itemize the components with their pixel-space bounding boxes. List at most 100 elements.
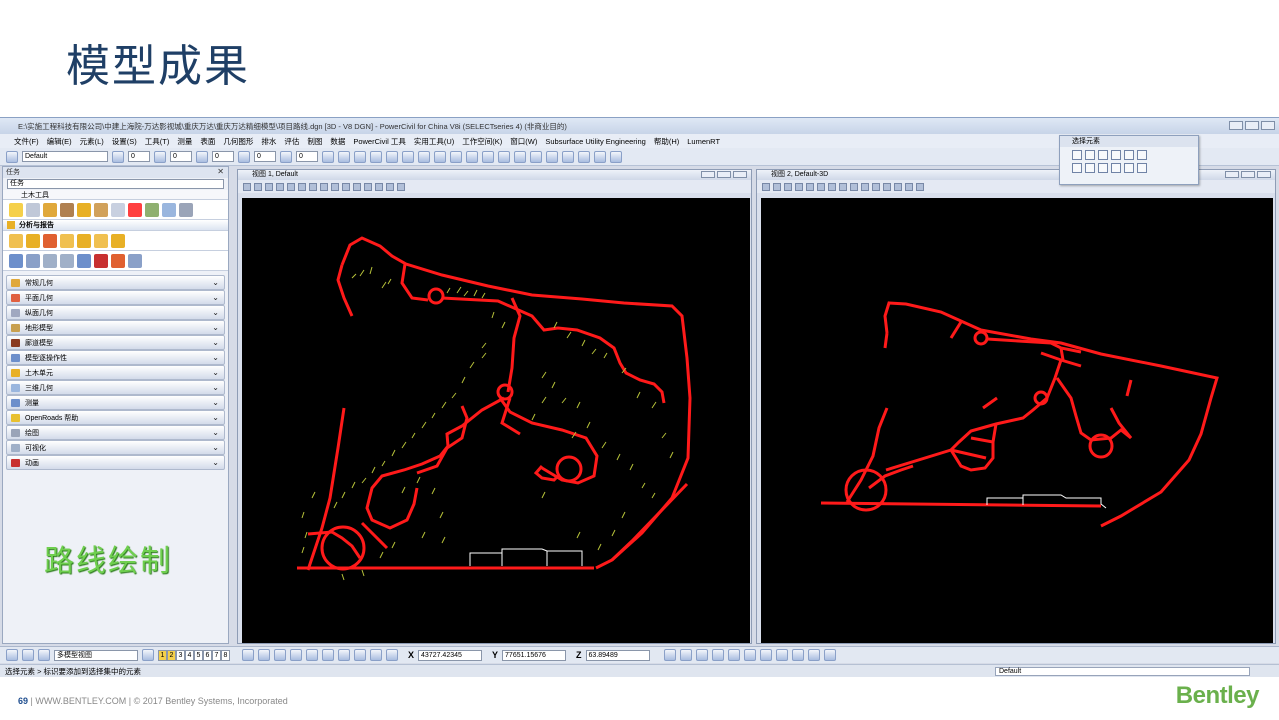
draw-line-icon[interactable] xyxy=(679,649,692,661)
weight-combo[interactable]: 0 xyxy=(212,151,234,162)
model-combo[interactable]: 多模型视图 xyxy=(54,649,138,661)
task-section-item[interactable]: 平面几何 ⌄ xyxy=(6,290,225,305)
view-tool-icon[interactable] xyxy=(861,182,869,191)
menu-item[interactable]: 窗口(W) xyxy=(510,136,537,147)
menu-item[interactable]: 编辑(E) xyxy=(47,136,72,147)
task-sub-title[interactable]: 土木工具 xyxy=(3,190,228,200)
task-section-item[interactable]: 地形模型 ⌄ xyxy=(6,320,225,335)
report-tool-icon[interactable] xyxy=(77,253,91,268)
report-tool-icon[interactable] xyxy=(43,253,57,268)
select-tool-icon[interactable] xyxy=(9,202,23,217)
level-combo[interactable]: Default xyxy=(22,151,108,162)
view-2-canvas[interactable] xyxy=(761,198,1273,643)
select-subtract-icon[interactable] xyxy=(1098,163,1108,173)
measure-icon[interactable] xyxy=(418,150,430,163)
select-circle-icon[interactable] xyxy=(1111,150,1121,160)
priority-icon[interactable] xyxy=(280,150,292,163)
accudraw-icon[interactable] xyxy=(663,649,676,661)
origin-icon[interactable] xyxy=(322,649,334,661)
view-tool-icon[interactable] xyxy=(342,182,350,191)
view-tool-icon[interactable] xyxy=(828,182,836,191)
measure-tool-icon[interactable] xyxy=(77,202,91,217)
snap-mode-icon[interactable] xyxy=(258,649,270,661)
attributes-icon[interactable] xyxy=(322,150,334,163)
menu-item[interactable]: LumenRT xyxy=(687,137,720,146)
draw-circle-icon[interactable] xyxy=(727,649,740,661)
cross-tool-icon[interactable] xyxy=(145,202,159,217)
report-tool-icon[interactable] xyxy=(43,233,57,248)
menu-item[interactable]: 工作空间(K) xyxy=(462,136,502,147)
close-icon[interactable]: ✕ xyxy=(217,167,224,176)
view-minimize-button[interactable] xyxy=(1225,171,1239,178)
report-tool-icon[interactable] xyxy=(26,233,40,248)
report-tool-icon[interactable] xyxy=(60,233,74,248)
select-all-icon[interactable] xyxy=(1124,163,1134,173)
keypoint-icon[interactable] xyxy=(274,649,286,661)
select-clear-icon[interactable] xyxy=(1137,150,1147,160)
menu-item[interactable]: 制图 xyxy=(307,136,322,147)
view-tool-icon[interactable] xyxy=(883,182,891,191)
view-iso-icon[interactable] xyxy=(562,150,574,163)
fence-tool-icon[interactable] xyxy=(26,202,40,217)
draw-arc-icon[interactable] xyxy=(695,649,708,661)
task-section-item[interactable]: 廊道模型 ⌄ xyxy=(6,335,225,350)
select-pointer-icon[interactable] xyxy=(1137,163,1147,173)
image-icon[interactable] xyxy=(450,150,462,163)
menu-item[interactable]: PowerCivil 工具 xyxy=(353,136,406,147)
select-line-icon[interactable] xyxy=(1124,150,1134,160)
transparency-icon[interactable] xyxy=(238,150,250,163)
view-top-icon[interactable] xyxy=(514,150,526,163)
menu-item[interactable]: Subsurface Utility Engineering xyxy=(545,137,645,146)
report-tool-icon[interactable] xyxy=(60,253,74,268)
report-tool-icon[interactable] xyxy=(9,253,23,268)
view-close-button[interactable] xyxy=(1257,171,1271,178)
view-tool-icon[interactable] xyxy=(243,182,251,191)
view-tool-icon[interactable] xyxy=(254,182,262,191)
draw-cross-icon[interactable] xyxy=(775,649,788,661)
view-number-tab[interactable]: 2 xyxy=(167,649,176,661)
style-combo[interactable]: 0 xyxy=(170,151,192,162)
view-tool-icon[interactable] xyxy=(309,182,317,191)
menu-item[interactable]: 帮助(H) xyxy=(654,136,679,147)
view-tool-icon[interactable] xyxy=(397,182,405,191)
refresh-icon[interactable] xyxy=(498,150,510,163)
view-tool-icon[interactable] xyxy=(331,182,339,191)
task-section-item[interactable]: 模型逐操作性 ⌄ xyxy=(6,350,225,365)
place-tool-icon[interactable] xyxy=(43,202,57,217)
report-tool-icon[interactable] xyxy=(111,253,125,268)
info-icon[interactable] xyxy=(434,150,446,163)
view-tool-icon[interactable] xyxy=(386,182,394,191)
menu-item[interactable]: 排水 xyxy=(261,136,276,147)
view-number-tab[interactable]: 4 xyxy=(185,649,194,661)
menu-item[interactable]: 文件(F) xyxy=(14,136,39,147)
view-tool-icon[interactable] xyxy=(364,182,372,191)
midpoint-icon[interactable] xyxy=(290,649,302,661)
menu-item[interactable]: 测量 xyxy=(177,136,192,147)
color-icon[interactable] xyxy=(112,150,124,163)
snap-icon[interactable] xyxy=(402,150,414,163)
display-icon[interactable] xyxy=(386,150,398,163)
view-tool-icon[interactable] xyxy=(784,182,792,191)
cell-icon[interactable] xyxy=(338,150,350,163)
y-field[interactable]: 77651.15676 xyxy=(502,649,567,661)
weight-icon[interactable] xyxy=(196,150,208,163)
view-number-tab[interactable]: 5 xyxy=(194,649,203,661)
view-back-icon[interactable] xyxy=(594,150,606,163)
view-tool-icon[interactable] xyxy=(916,182,924,191)
task-section-item[interactable]: 可视化 ⌄ xyxy=(6,440,225,455)
view-close-button[interactable] xyxy=(733,171,747,178)
task-selector[interactable]: 任务 xyxy=(7,179,224,189)
task-section-item[interactable]: 三维几何 ⌄ xyxy=(6,380,225,395)
x-field[interactable]: 43727.42345 xyxy=(418,649,483,661)
perpendicular-icon[interactable] xyxy=(370,649,382,661)
select-mode-icon[interactable] xyxy=(1072,150,1082,160)
task-section-item[interactable]: 土木单元 ⌄ xyxy=(6,365,225,380)
view-tool-icon[interactable] xyxy=(762,182,770,191)
style-icon[interactable] xyxy=(154,150,166,163)
draw-spiral-icon[interactable] xyxy=(743,649,756,661)
priority-combo[interactable]: 0 xyxy=(296,151,318,162)
view-tool-icon[interactable] xyxy=(894,182,902,191)
menu-item[interactable]: 表面 xyxy=(200,136,215,147)
view-tool-icon[interactable] xyxy=(839,182,847,191)
analysis-section-header[interactable]: 分析与报告 xyxy=(3,220,228,231)
